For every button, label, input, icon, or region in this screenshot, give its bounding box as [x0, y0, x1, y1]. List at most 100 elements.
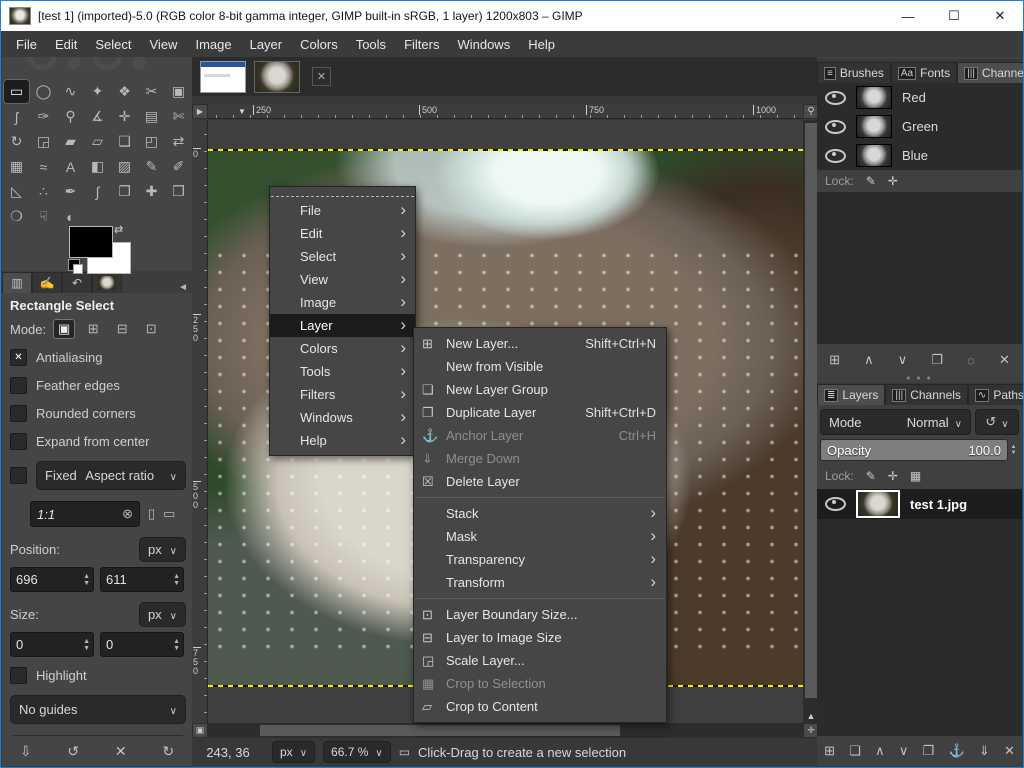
new-layer-button[interactable]: ⊞	[824, 743, 835, 759]
horizontal-scrollbar-thumb[interactable]	[260, 725, 620, 736]
scissors-select-tool-icon[interactable]: ✂	[138, 79, 165, 104]
submenu-new-layer[interactable]: ⊞New Layer...Shift+Ctrl+N	[414, 332, 666, 355]
lock-pixels-icon[interactable]: ✎	[866, 174, 876, 188]
menu-layer[interactable]: Layer	[241, 33, 292, 56]
handle-transform-tool-icon[interactable]: ❏	[111, 129, 138, 154]
warp-transform-tool-icon[interactable]: ≈	[30, 154, 57, 179]
aspect-ratio-entry[interactable]: 1:1 ⊗	[30, 501, 140, 527]
layer-mode-dropdown[interactable]: Mode Normal	[820, 409, 971, 435]
submenu-scale-layer[interactable]: ◲Scale Layer...	[414, 649, 666, 672]
menu-tools[interactable]: Tools	[347, 33, 395, 56]
tab-channels-2[interactable]: ||| Channels	[885, 384, 968, 405]
raise-channel-button[interactable]: ∧	[864, 352, 874, 368]
lock-position-icon[interactable]: ✛	[888, 174, 898, 188]
mode-replace-button[interactable]: ▣	[53, 319, 75, 339]
context-menu-view[interactable]: View	[270, 268, 415, 291]
size-height-input[interactable]	[101, 633, 169, 656]
unit-dropdown[interactable]: px	[272, 741, 315, 763]
submenu-delete-layer[interactable]: ☒Delete Layer	[414, 470, 666, 493]
visibility-eye-icon[interactable]	[825, 120, 846, 134]
measure-tool-icon[interactable]: ∡	[84, 104, 111, 129]
tab-layers[interactable]: ≣ Layers	[817, 384, 885, 405]
menu-image[interactable]: Image	[186, 33, 240, 56]
cage-transform-tool-icon[interactable]: ▦	[3, 154, 30, 179]
foreground-select-tool-icon[interactable]: ▣	[165, 79, 192, 104]
scale-tool-icon[interactable]: ◲	[30, 129, 57, 154]
heal-tool-icon[interactable]: ✚	[138, 179, 165, 204]
text-tool-icon[interactable]: A	[57, 154, 84, 179]
menu-file[interactable]: File	[7, 33, 46, 56]
visibility-eye-icon[interactable]	[825, 149, 846, 163]
position-unit-dropdown[interactable]: px	[139, 537, 186, 562]
duplicate-channel-button[interactable]: ❐	[931, 352, 943, 368]
lock-alpha-icon[interactable]: ▦	[910, 469, 921, 483]
merge-layer-button[interactable]: ⇓	[979, 743, 990, 759]
paintbrush-tool-icon[interactable]: ✐	[165, 154, 192, 179]
context-menu-select[interactable]: Select	[270, 245, 415, 268]
lock-position-icon[interactable]: ✛	[888, 469, 898, 483]
lower-channel-button[interactable]: ∨	[898, 352, 908, 368]
tab-tool-options[interactable]: ▥	[2, 272, 32, 293]
visibility-eye-icon[interactable]	[825, 91, 846, 105]
close-button[interactable]: ✕	[977, 1, 1023, 31]
left-dock-collapse-icon[interactable]: ◄	[178, 282, 188, 293]
save-preset-icon[interactable]: ⇩	[20, 743, 32, 760]
perspective-clone-tool-icon[interactable]: ❒	[165, 179, 192, 204]
context-menu-windows[interactable]: Windows	[270, 406, 415, 429]
shear-tool-icon[interactable]: ▰	[57, 129, 84, 154]
move-tool-icon[interactable]: ✛	[111, 104, 138, 129]
context-menu-layer[interactable]: Layer	[270, 314, 415, 337]
menu-edit[interactable]: Edit	[46, 33, 86, 56]
delete-layer-button[interactable]: ✕	[1004, 743, 1015, 759]
spinner-arrows-icon[interactable]: ▲▼	[83, 638, 93, 652]
foreground-color-swatch[interactable]	[69, 226, 113, 258]
horizontal-scrollbar[interactable]	[208, 723, 803, 738]
tab-images[interactable]	[92, 272, 122, 293]
rectangle-select-tool-icon[interactable]: ▭	[3, 79, 30, 104]
spinner-arrows-icon[interactable]: ▲▼	[173, 573, 183, 587]
bucket-fill-tool-icon[interactable]: ◧	[84, 154, 111, 179]
channel-row-blue[interactable]: Blue	[817, 141, 1022, 170]
ellipse-select-tool-icon[interactable]: ◯	[30, 79, 57, 104]
submenu-layer-boundary-size[interactable]: ⊡Layer Boundary Size...	[414, 603, 666, 626]
mypaint-brush-tool-icon[interactable]: ∫	[84, 179, 111, 204]
lock-pixels-icon[interactable]: ✎	[866, 469, 876, 483]
submenu-duplicate-layer[interactable]: ❐Duplicate LayerShift+Ctrl+D	[414, 401, 666, 424]
submenu-mask[interactable]: Mask	[414, 525, 666, 548]
spinner-arrows-icon[interactable]: ▲▼	[173, 638, 183, 652]
mode-add-button[interactable]: ⊞	[82, 319, 104, 339]
flip-tool-icon[interactable]: ⇄	[165, 129, 192, 154]
context-menu-colors[interactable]: Colors	[270, 337, 415, 360]
tab-channels[interactable]: ||| Channels	[957, 62, 1024, 83]
channel-row-red[interactable]: Red	[817, 83, 1022, 112]
feather-edges-checkbox[interactable]	[10, 377, 27, 394]
submenu-transform[interactable]: Transform	[414, 571, 666, 594]
submenu-new-from-visible[interactable]: New from Visible	[414, 355, 666, 378]
rounded-corners-checkbox[interactable]	[10, 405, 27, 422]
new-channel-button[interactable]: ⊞	[829, 352, 840, 368]
rotate-tool-icon[interactable]: ↻	[3, 129, 30, 154]
menu-filters[interactable]: Filters	[395, 33, 448, 56]
duplicate-layer-button[interactable]: ❐	[923, 743, 935, 759]
airbrush-tool-icon[interactable]: ∴	[30, 179, 57, 204]
mode-intersect-button[interactable]: ⊡	[140, 319, 162, 339]
vertical-scrollbar-thumb[interactable]	[805, 123, 817, 698]
clone-tool-icon[interactable]: ❐	[111, 179, 138, 204]
spinner-arrows-icon[interactable]: ▲▼	[83, 573, 93, 587]
channel-to-selection-button[interactable]: ◌	[967, 353, 975, 368]
submenu-new-layer-group[interactable]: ❏New Layer Group	[414, 378, 666, 401]
context-menu-filters[interactable]: Filters	[270, 383, 415, 406]
menu-colors[interactable]: Colors	[291, 33, 347, 56]
opacity-spinner-icon[interactable]: ▲▼	[1008, 439, 1019, 461]
gradient-tool-icon[interactable]: ▨	[111, 154, 138, 179]
submenu-transparency[interactable]: Transparency	[414, 548, 666, 571]
lower-layer-button[interactable]: ∨	[899, 743, 909, 759]
zoom-dropdown[interactable]: 66.7 %	[323, 741, 391, 763]
eraser-tool-icon[interactable]: ◺	[3, 179, 30, 204]
visibility-eye-icon[interactable]	[825, 497, 846, 511]
menu-windows[interactable]: Windows	[448, 33, 519, 56]
delete-channel-button[interactable]: ✕	[999, 352, 1010, 368]
minimize-button[interactable]: —	[885, 1, 931, 31]
align-tool-icon[interactable]: ▤	[138, 104, 165, 129]
zoom-tool-icon[interactable]: ⚲	[57, 104, 84, 129]
